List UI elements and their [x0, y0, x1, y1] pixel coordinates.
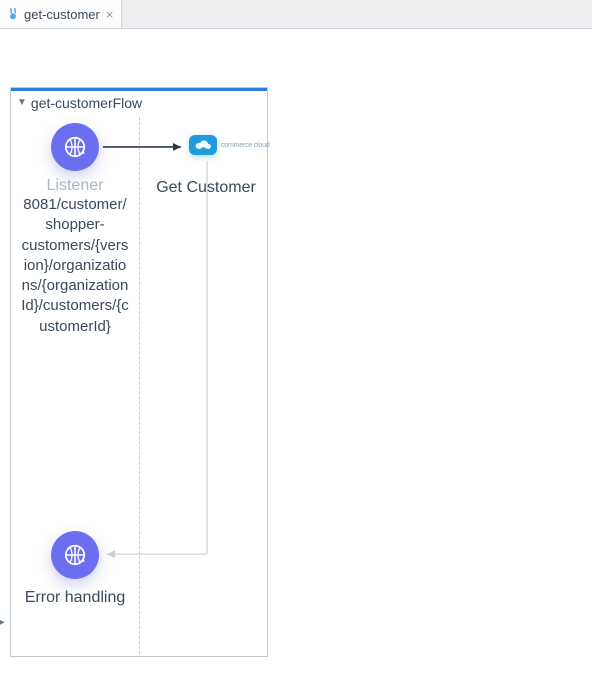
- mule-rabbit-icon: [6, 7, 20, 21]
- error-handling-label: Error handling: [25, 589, 126, 607]
- flow-node-error-handling[interactable]: Error handling: [20, 531, 130, 607]
- salesforce-cloud-icon: [189, 135, 217, 155]
- flow-header[interactable]: ▼ get-customerFlow: [11, 91, 267, 117]
- flow-container[interactable]: ▼ get-customerFlow: [10, 87, 268, 657]
- flow-body: Listener 8081/customer/shopper-customers…: [11, 117, 267, 654]
- http-listener-icon: [51, 123, 99, 171]
- editor-tab-label: get-customer: [24, 7, 100, 22]
- close-icon[interactable]: ×: [106, 7, 114, 22]
- flow-node-listener[interactable]: Listener 8081/customer/shopper-customers…: [20, 123, 130, 337]
- listener-label: Listener: [47, 177, 104, 195]
- http-error-icon: [51, 531, 99, 579]
- flow-title: get-customerFlow: [31, 95, 142, 111]
- connector-badge-text: commerce cloud: [221, 142, 270, 149]
- get-customer-label: Get Customer: [151, 177, 261, 199]
- editor-tab-get-customer[interactable]: get-customer ×: [0, 0, 122, 28]
- editor-tab-bar: get-customer ×: [0, 0, 592, 29]
- listener-path: 8081/customer/shopper-customers/{version…: [20, 195, 130, 337]
- chevron-down-icon[interactable]: ▼: [17, 98, 27, 108]
- flow-node-get-customer[interactable]: commerce cloud: [189, 135, 270, 155]
- chevron-right-icon[interactable]: ▶: [0, 617, 5, 628]
- flow-canvas[interactable]: ▼ get-customerFlow: [0, 29, 592, 687]
